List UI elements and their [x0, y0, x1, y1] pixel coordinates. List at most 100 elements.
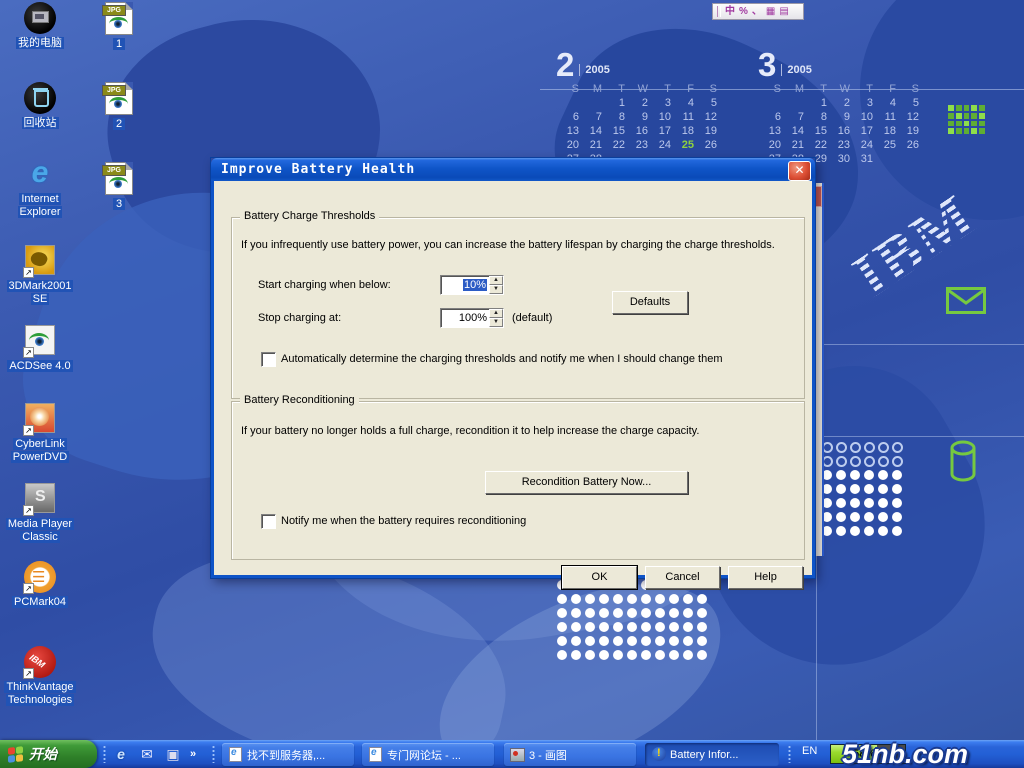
task-button-forum[interactable]: 专门网论坛 - ... — [362, 743, 494, 766]
stop-charging-spinner[interactable]: 100% ▲▼ — [440, 308, 504, 328]
desktop: IBM 中 % 、 ▦ ▤ 2 2005 SMTWTFS123456789101… — [0, 0, 1024, 768]
calendar-day: 15 — [804, 124, 827, 138]
ie-quicklaunch-icon[interactable]: e — [112, 745, 130, 763]
cancel-button[interactable]: Cancel — [645, 566, 720, 589]
calendar-day: 3 — [648, 96, 671, 110]
taskband-grip[interactable] — [212, 745, 215, 763]
icon-label: PCMark04 — [12, 596, 68, 608]
outlook-quicklaunch-icon[interactable]: ✉ — [138, 745, 156, 763]
task-label: 找不到服务器,... — [247, 747, 325, 763]
calendar-month-number: 3 — [758, 48, 776, 82]
calendar-day: 4 — [671, 96, 694, 110]
thresholds-description: If you infrequently use battery power, y… — [241, 239, 797, 251]
spinner-up-icon[interactable]: ▲ — [489, 309, 503, 318]
calendar-day: 8 — [602, 110, 625, 124]
calendar-february: 2 2005 SMTWTFS12345678910111213141516171… — [556, 48, 756, 166]
desktop-icon-my-computer[interactable]: 我的电脑 — [2, 2, 78, 50]
notify-reconditioning-checkbox[interactable] — [261, 514, 276, 529]
notify-reconditioning-label[interactable]: Notify me when the battery requires reco… — [281, 515, 791, 527]
calendar-day-header: S — [896, 82, 919, 96]
calendar-day: 23 — [827, 138, 850, 152]
calendar-day-header: T — [648, 82, 671, 96]
calendar-day: 2 — [625, 96, 648, 110]
quicklaunch-grip[interactable] — [103, 745, 106, 763]
wallpaper-dots-center — [557, 580, 711, 664]
defaults-button[interactable]: Defaults — [612, 291, 688, 314]
task-button-paint[interactable]: 3 - 画图 — [504, 743, 636, 766]
quicklaunch-more-chevron[interactable]: » — [190, 748, 196, 760]
show-desktop-icon[interactable]: ▣ — [164, 745, 182, 763]
shortcut-arrow-icon: ↗ — [23, 583, 34, 594]
close-icon[interactable]: ✕ — [788, 161, 811, 181]
ime-grip[interactable] — [717, 6, 721, 17]
calendar-day: 22 — [602, 138, 625, 152]
calendar-day: 19 — [694, 124, 717, 138]
auto-determine-checkbox[interactable] — [261, 352, 276, 367]
shortcut-arrow-icon: ↗ — [23, 425, 34, 436]
dialog-titlebar[interactable]: Improve Battery Health ✕ — [211, 158, 815, 181]
desktop-icon-powerdvd[interactable]: ↗ CyberLink PowerDVD — [2, 401, 78, 464]
desktop-icon-thinkvantage[interactable]: ↗ ThinkVantage Technologies — [2, 646, 78, 707]
start-charging-spinner[interactable]: 10% ▲▼ — [440, 275, 504, 295]
desktop-icon-3dmark[interactable]: ↗ 3DMark2001 SE — [2, 243, 78, 306]
desktop-icon-internet-explorer[interactable]: e Internet Explorer — [2, 158, 78, 219]
recondition-battery-button[interactable]: Recondition Battery Now... — [485, 471, 688, 494]
ime-width-mode-icon[interactable]: % — [739, 4, 748, 19]
calendar-day: 12 — [896, 110, 919, 124]
desktop-file-jpg-1[interactable]: JPG 1 — [97, 2, 141, 50]
calendar-day: 8 — [804, 110, 827, 124]
task-label: 3 - 画图 — [529, 747, 567, 763]
jpg-file-icon: JPG — [105, 82, 133, 115]
icon-label: 2 — [113, 118, 125, 130]
calendar-day: 5 — [896, 96, 919, 110]
start-button[interactable]: 开始 — [0, 740, 97, 768]
auto-determine-label[interactable]: Automatically determine the charging thr… — [281, 353, 791, 365]
calendar-day: 23 — [625, 138, 648, 152]
spinner-up-icon[interactable]: ▲ — [489, 276, 503, 285]
quick-launch: e ✉ ▣ » — [112, 743, 196, 765]
desktop-icon-pcmark[interactable]: ↗ PCMark04 — [2, 561, 78, 609]
spinner-down-icon[interactable]: ▼ — [489, 285, 503, 294]
calendar-march: 3 2005 SMTWTFS12345678910111213141516171… — [758, 48, 958, 166]
ime-punctuation-icon[interactable]: 、 — [752, 4, 762, 19]
calendar-day: 18 — [671, 124, 694, 138]
icon-label: ThinkVantage Technologies — [4, 681, 75, 706]
tray-grip — [788, 745, 791, 763]
ime-soft-keyboard-icon[interactable]: ▦ — [766, 4, 775, 19]
wallpaper-divider — [816, 344, 1024, 345]
wallpaper-mail-icon — [946, 287, 986, 314]
desktop-icon-recycle-bin[interactable]: 回收站 — [2, 82, 78, 130]
calendar-day: 13 — [556, 124, 579, 138]
calendar-day: 6 — [556, 110, 579, 124]
desktop-file-jpg-2[interactable]: JPG 2 — [97, 82, 141, 130]
desktop-icon-acdsee[interactable]: ↗ ACDSee 4.0 — [2, 323, 78, 373]
calendar-day: 14 — [781, 124, 804, 138]
task-button-battery-information[interactable]: Battery Infor... — [645, 743, 779, 766]
calendar-day: 18 — [873, 124, 896, 138]
task-button-server-not-found[interactable]: 找不到服务器,... — [222, 743, 354, 766]
ok-button[interactable]: OK — [562, 566, 637, 589]
calendar-year: 2005 — [781, 64, 811, 76]
calendar-day — [896, 152, 919, 166]
calendar-day: 17 — [648, 124, 671, 138]
language-indicator[interactable]: EN — [802, 745, 817, 757]
wallpaper-dots-right — [822, 442, 906, 540]
calendar-day: 25 — [873, 138, 896, 152]
calendar-day-header: T — [602, 82, 625, 96]
shortcut-arrow-icon: ↗ — [23, 505, 34, 516]
start-charging-value: 10% — [463, 279, 487, 291]
help-button[interactable]: Help — [728, 566, 803, 589]
spinner-down-icon[interactable]: ▼ — [489, 318, 503, 327]
ime-menu-icon[interactable]: ▤ — [779, 4, 788, 19]
calendar-day: 26 — [694, 138, 717, 152]
desktop-icon-media-player-classic[interactable]: ↗ Media Player Classic — [2, 481, 78, 544]
desktop-file-jpg-3[interactable]: JPG 3 — [97, 162, 141, 210]
ime-chinese-mode-icon[interactable]: 中 — [725, 4, 735, 19]
calendar-day: 19 — [896, 124, 919, 138]
shortcut-arrow-icon: ↗ — [23, 668, 34, 679]
calendar-day: 20 — [758, 138, 781, 152]
calendar-day: 16 — [827, 124, 850, 138]
calendar-day: 6 — [758, 110, 781, 124]
ime-toolbar[interactable]: 中 % 、 ▦ ▤ — [712, 3, 804, 20]
calendar-day: 12 — [694, 110, 717, 124]
